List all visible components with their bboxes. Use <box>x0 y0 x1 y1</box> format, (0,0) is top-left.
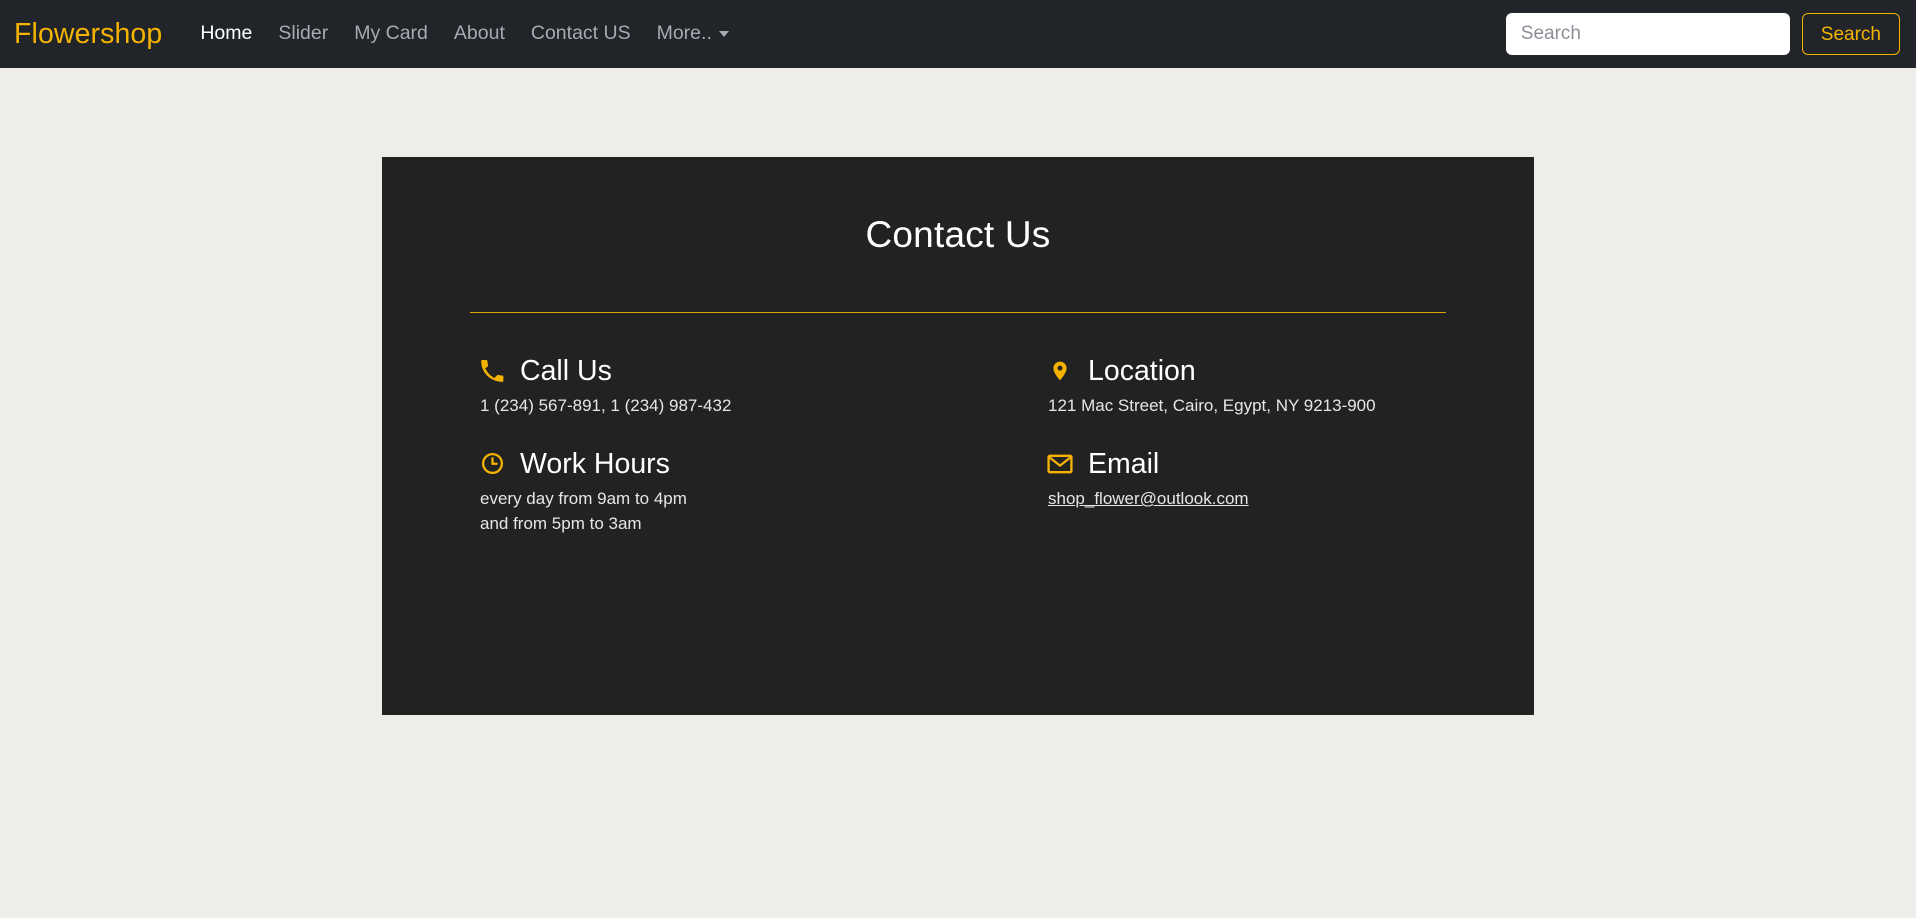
location-header: Location <box>1046 354 1534 388</box>
work-hours-title: Work Hours <box>520 447 670 480</box>
nav-label: Home <box>200 22 253 45</box>
nav-label: About <box>453 22 505 45</box>
envelope-icon <box>1046 450 1074 478</box>
call-us-header: Call Us <box>478 354 958 388</box>
nav-label: More.. <box>656 22 712 45</box>
call-us-text: 1 (234) 567-891, 1 (234) 987-432 <box>480 396 732 416</box>
nav-item-home[interactable]: Home <box>187 17 265 50</box>
search-input[interactable] <box>1505 13 1790 55</box>
page-body: Contact Us Call Us 1 (234) 567-891, 1 (2… <box>0 68 1916 715</box>
email-header: Email <box>1046 447 1534 481</box>
nav-item-about[interactable]: About <box>441 17 518 50</box>
nav-label: Slider <box>278 22 329 45</box>
top-navbar: Flowershop Home Slider My Card About Con… <box>0 0 1916 68</box>
clock-icon <box>478 450 506 478</box>
nav-item-contact-us[interactable]: Contact US <box>518 17 644 50</box>
location-text: 121 Mac Street, Cairo, Egypt, NY 9213-90… <box>1048 396 1376 416</box>
page-title: Contact Us <box>865 214 1051 255</box>
work-hours-line-1: every day from 9am to 4pm <box>480 489 687 509</box>
main-nav: Home Slider My Card About Contact US Mor… <box>187 17 742 50</box>
contact-card: Contact Us Call Us 1 (234) 567-891, 1 (2… <box>382 157 1534 715</box>
navbar-search-group: Search <box>1505 13 1900 55</box>
location-block: Location 121 Mac Street, Cairo, Egypt, N… <box>1046 354 1534 419</box>
location-title: Location <box>1088 355 1196 387</box>
nav-item-more-dropdown[interactable]: More.. <box>644 17 742 50</box>
call-us-title: Call Us <box>520 355 612 387</box>
call-us-block: Call Us 1 (234) 567-891, 1 (234) 987-432 <box>478 354 958 419</box>
contact-column-left: Call Us 1 (234) 567-891, 1 (234) 987-432 <box>382 354 958 536</box>
email-block: Email shop_flower@outlook.com <box>1046 447 1534 512</box>
work-hours-block: Work Hours every day from 9am to 4pm and… <box>478 447 958 536</box>
work-hours-line-2: and from 5pm to 3am <box>480 513 642 533</box>
search-button[interactable]: Search <box>1801 13 1900 55</box>
work-hours-text: every day from 9am to 4pm and from 5pm t… <box>478 487 958 536</box>
title-divider <box>470 312 1446 313</box>
email-title: Email <box>1088 447 1160 480</box>
nav-item-my-card[interactable]: My Card <box>341 17 441 50</box>
brand-logo[interactable]: Flowershop <box>14 20 162 49</box>
nav-label: My Card <box>354 22 428 45</box>
nav-item-slider[interactable]: Slider <box>265 17 341 50</box>
phone-icon <box>478 357 506 385</box>
work-hours-header: Work Hours <box>478 447 958 481</box>
email-text: shop_flower@outlook.com <box>1046 487 1534 512</box>
map-pin-icon <box>1046 357 1074 385</box>
nav-label: Contact US <box>530 22 631 45</box>
contact-columns: Call Us 1 (234) 567-891, 1 (234) 987-432 <box>382 354 1534 536</box>
email-link[interactable]: shop_flower@outlook.com <box>1048 489 1249 508</box>
contact-column-right: Location 121 Mac Street, Cairo, Egypt, N… <box>958 354 1534 536</box>
chevron-down-icon <box>718 31 729 37</box>
